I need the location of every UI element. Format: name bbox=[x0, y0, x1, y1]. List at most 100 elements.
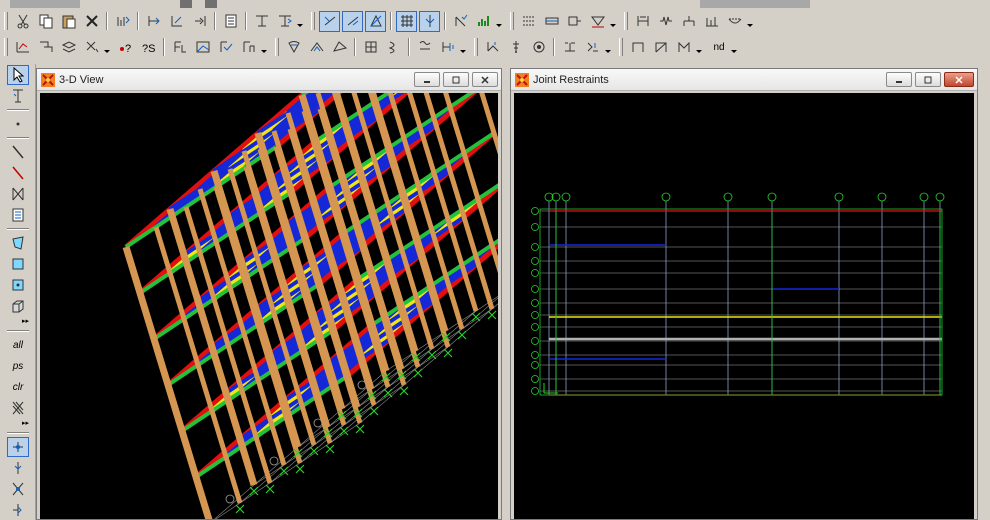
reshape-icon[interactable] bbox=[7, 86, 29, 106]
move-icon[interactable] bbox=[166, 11, 187, 32]
shell-icon[interactable] bbox=[559, 37, 580, 58]
toolbar-grip[interactable] bbox=[619, 38, 623, 56]
solid-icon[interactable] bbox=[528, 37, 549, 58]
replicate-icon[interactable] bbox=[112, 11, 133, 32]
divide-icon[interactable] bbox=[189, 11, 210, 32]
more-tools-arrow[interactable]: ▸▸ bbox=[7, 419, 29, 429]
toolbar-dropdown[interactable] bbox=[695, 38, 702, 56]
minimize-button[interactable] bbox=[414, 72, 440, 87]
spandrel-icon[interactable] bbox=[414, 37, 435, 58]
link-element-icon[interactable] bbox=[582, 37, 603, 58]
plan-view-canvas[interactable] bbox=[514, 93, 974, 519]
deselect-icon[interactable] bbox=[342, 10, 363, 32]
close-button[interactable] bbox=[472, 72, 498, 87]
grid-frame-icon[interactable] bbox=[7, 205, 29, 225]
assign-icon[interactable] bbox=[473, 11, 494, 32]
help-icon[interactable]: ?S bbox=[138, 37, 159, 58]
diaphragm-icon[interactable] bbox=[329, 37, 350, 58]
model-3d-canvas[interactable] bbox=[40, 93, 498, 519]
more-tools-arrow[interactable]: ▸▸ bbox=[7, 317, 29, 327]
minimize-button[interactable] bbox=[886, 72, 912, 87]
draw-line-icon[interactable] bbox=[7, 142, 29, 162]
show-table-icon[interactable] bbox=[220, 11, 241, 32]
toolbar-dropdown[interactable] bbox=[604, 38, 611, 56]
toolbar-grip[interactable] bbox=[4, 38, 8, 56]
set-display-icon[interactable] bbox=[365, 10, 386, 32]
draw-area-icon[interactable] bbox=[7, 233, 29, 253]
grid-icon[interactable] bbox=[396, 10, 417, 32]
line-constraint-icon[interactable] bbox=[482, 37, 503, 58]
link-icon[interactable] bbox=[701, 11, 722, 32]
section-icon[interactable] bbox=[541, 11, 562, 32]
viewport-3d[interactable] bbox=[40, 93, 498, 519]
tendon-icon[interactable] bbox=[724, 11, 745, 32]
rect-area-icon[interactable] bbox=[7, 254, 29, 274]
brace-icon[interactable] bbox=[7, 184, 29, 204]
nd-button[interactable]: nd bbox=[708, 42, 730, 53]
pointer-icon[interactable] bbox=[7, 65, 29, 85]
draw-bay-icon[interactable] bbox=[627, 37, 648, 58]
frame-draw-icon[interactable] bbox=[12, 37, 33, 58]
release-icon[interactable] bbox=[678, 11, 699, 32]
display-deformed-icon[interactable] bbox=[169, 37, 190, 58]
toolbar-grip[interactable] bbox=[4, 12, 8, 30]
display-stress-icon[interactable] bbox=[215, 37, 236, 58]
toolbar-dropdown[interactable] bbox=[296, 12, 303, 30]
toolbar-dropdown[interactable] bbox=[459, 38, 466, 56]
hinge-icon[interactable] bbox=[437, 37, 458, 58]
frame-icon[interactable] bbox=[518, 11, 539, 32]
select-all-icon[interactable] bbox=[319, 10, 340, 32]
snap-icon[interactable] bbox=[419, 10, 440, 32]
snap-intersect-icon[interactable] bbox=[7, 479, 29, 499]
quad-area-icon[interactable] bbox=[7, 275, 29, 295]
draw-truss-icon[interactable] bbox=[673, 37, 694, 58]
maximize-button[interactable] bbox=[443, 72, 469, 87]
maximize-button[interactable] bbox=[915, 72, 941, 87]
delete-icon[interactable] bbox=[81, 11, 102, 32]
clear-select-icon[interactable]: clr bbox=[7, 377, 29, 397]
close-button[interactable] bbox=[944, 72, 974, 87]
merge-icon[interactable] bbox=[274, 11, 295, 32]
point-icon[interactable] bbox=[7, 114, 29, 134]
toolbar-dropdown[interactable] bbox=[103, 38, 110, 56]
section-cut-icon[interactable] bbox=[58, 37, 79, 58]
toolbar-grip[interactable] bbox=[624, 12, 628, 30]
viewport-joint-plan[interactable] bbox=[514, 93, 974, 519]
window-joint-titlebar[interactable]: Joint Restraints bbox=[511, 69, 977, 91]
intersect-icon[interactable] bbox=[7, 398, 29, 418]
mesh-icon[interactable] bbox=[360, 37, 381, 58]
pier-icon[interactable] bbox=[383, 37, 404, 58]
solid-tool-icon[interactable] bbox=[7, 296, 29, 316]
area-draw-icon[interactable] bbox=[35, 37, 56, 58]
toolbar-grip[interactable] bbox=[311, 12, 315, 30]
cut-icon[interactable] bbox=[12, 11, 33, 32]
snap-point-icon[interactable] bbox=[7, 437, 29, 457]
assign-group-icon[interactable] bbox=[306, 37, 327, 58]
toolbar-grip[interactable] bbox=[474, 38, 478, 56]
query-icon[interactable]: ? bbox=[115, 37, 136, 58]
toolbar-grip[interactable] bbox=[510, 12, 514, 30]
snap-perpendicular-icon[interactable] bbox=[7, 500, 29, 520]
toolbar-dropdown[interactable] bbox=[495, 12, 502, 30]
toolbar-dropdown[interactable] bbox=[746, 12, 753, 30]
joint-icon[interactable] bbox=[564, 11, 585, 32]
toolbar-dropdown[interactable] bbox=[730, 38, 737, 56]
replicate-mode-icon[interactable] bbox=[81, 37, 102, 58]
toolbar-dropdown[interactable] bbox=[609, 12, 616, 30]
display-forces-icon[interactable] bbox=[192, 37, 213, 58]
copy-icon[interactable] bbox=[35, 11, 56, 32]
cable-icon[interactable] bbox=[505, 37, 526, 58]
check-model-icon[interactable] bbox=[450, 11, 471, 32]
paste-icon[interactable] bbox=[58, 11, 79, 32]
load-icon[interactable] bbox=[632, 11, 653, 32]
draw-brace-icon[interactable] bbox=[650, 37, 671, 58]
toolbar-dropdown[interactable] bbox=[260, 38, 267, 56]
toolbar-grip[interactable] bbox=[275, 38, 279, 56]
group-icon[interactable] bbox=[283, 37, 304, 58]
align-icon[interactable] bbox=[251, 11, 272, 32]
window-3d-titlebar[interactable]: 3-D View bbox=[37, 69, 501, 91]
previous-select-icon[interactable]: ps bbox=[7, 356, 29, 376]
spring-icon[interactable] bbox=[655, 11, 676, 32]
restraint-icon[interactable] bbox=[587, 11, 608, 32]
draw-frame-icon[interactable] bbox=[7, 163, 29, 183]
